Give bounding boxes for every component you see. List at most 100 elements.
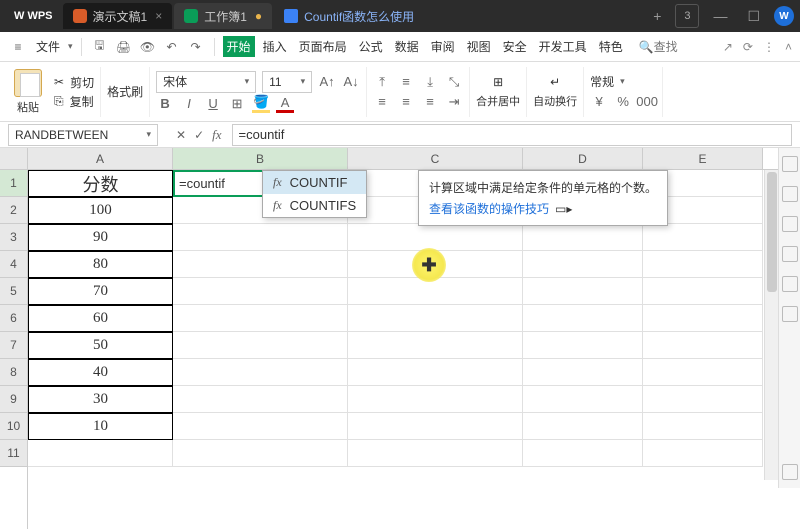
increase-font-icon[interactable]: A↑ xyxy=(318,73,336,91)
col-header[interactable]: E xyxy=(643,148,763,169)
search-box[interactable]: 🔍 xyxy=(639,40,714,54)
more-icon[interactable]: ⋮ xyxy=(763,40,775,54)
row-header[interactable]: 11 xyxy=(0,440,27,467)
row-header[interactable]: 7 xyxy=(0,332,27,359)
cell-A8[interactable]: 40 xyxy=(28,359,173,386)
share-icon[interactable]: ↗ xyxy=(723,40,733,54)
tab-insert[interactable]: 插入 xyxy=(259,36,291,57)
row-header[interactable]: 1 xyxy=(0,170,27,197)
tab-formula[interactable]: 公式 xyxy=(355,36,387,57)
redo-icon[interactable]: ↷ xyxy=(186,37,206,57)
tab-spreadsheet[interactable]: 工作簿1 ● xyxy=(174,3,272,29)
formula-bar[interactable]: =countif xyxy=(232,124,792,146)
underline-button[interactable]: U xyxy=(204,95,222,113)
align-center-icon[interactable]: ≡ xyxy=(397,93,415,111)
align-bottom-icon[interactable]: ⤓ xyxy=(421,73,439,91)
tab-data[interactable]: 数据 xyxy=(391,36,423,57)
tab-presentation[interactable]: 演示文稿1 × xyxy=(63,3,173,29)
autocomplete-item[interactable]: fx COUNTIFS xyxy=(263,194,366,217)
undo-icon[interactable]: ↶ xyxy=(162,37,182,57)
cancel-formula-icon[interactable]: ✕ xyxy=(176,128,186,142)
user-avatar[interactable]: W xyxy=(774,6,794,26)
cell-A9[interactable]: 30 xyxy=(28,386,173,413)
panel-icon[interactable] xyxy=(782,464,798,480)
font-color-button[interactable]: A xyxy=(276,95,294,113)
align-top-icon[interactable]: ⤒ xyxy=(373,73,391,91)
search-input[interactable] xyxy=(654,40,714,54)
tab-extra[interactable]: 特色 xyxy=(595,36,627,57)
orientation-icon[interactable]: ⤡ xyxy=(445,73,463,91)
new-tab-button[interactable]: + xyxy=(647,8,667,24)
scrollbar-thumb[interactable] xyxy=(767,172,777,292)
vertical-scrollbar[interactable] xyxy=(764,170,778,480)
merge-button[interactable]: 合并居中 xyxy=(476,93,520,109)
cell-A7[interactable]: 50 xyxy=(28,332,173,359)
cell-A3[interactable]: 90 xyxy=(28,224,173,251)
cell-A1[interactable]: 分数 xyxy=(28,170,173,197)
file-menu[interactable]: 文件 xyxy=(32,36,64,57)
indent-icon[interactable]: ⇥ xyxy=(445,93,463,111)
row-header[interactable]: 4 xyxy=(0,251,27,278)
panel-icon[interactable] xyxy=(782,186,798,202)
row-header[interactable]: 3 xyxy=(0,224,27,251)
percent-icon[interactable]: % xyxy=(614,92,632,110)
font-select[interactable]: 宋体▾ xyxy=(156,71,256,93)
tab-review[interactable]: 审阅 xyxy=(427,36,459,57)
comma-icon[interactable]: 000 xyxy=(638,92,656,110)
cell-A4[interactable]: 80 xyxy=(28,251,173,278)
row-header[interactable]: 10 xyxy=(0,413,27,440)
cell-A2[interactable]: 100 xyxy=(28,197,173,224)
sync-icon[interactable]: ⟳ xyxy=(743,40,753,54)
align-left-icon[interactable]: ≡ xyxy=(373,93,391,111)
align-middle-icon[interactable]: ≡ xyxy=(397,73,415,91)
collapse-icon[interactable]: ˄ xyxy=(785,40,792,54)
fx-icon[interactable]: fx xyxy=(212,127,221,143)
align-right-icon[interactable]: ≡ xyxy=(421,93,439,111)
border-button[interactable]: ⊞ xyxy=(228,95,246,113)
cell-A5[interactable]: 70 xyxy=(28,278,173,305)
copy-button[interactable]: 复制 xyxy=(70,93,94,110)
panel-icon[interactable] xyxy=(782,276,798,292)
paste-button[interactable]: 粘贴 xyxy=(8,69,48,115)
autocomplete-item[interactable]: fx COUNTIF xyxy=(263,171,366,194)
name-box[interactable]: RANDBETWEEN▾ xyxy=(8,124,158,146)
wrap-button[interactable]: 自动换行 xyxy=(533,93,577,109)
panel-icon[interactable] xyxy=(782,156,798,172)
decrease-font-icon[interactable]: A↓ xyxy=(342,73,360,91)
print-icon[interactable]: 🖨 xyxy=(114,37,134,57)
menu-icon[interactable]: ≡ xyxy=(8,37,28,57)
number-format-select[interactable]: 常规 xyxy=(590,73,614,90)
row-header[interactable]: 5 xyxy=(0,278,27,305)
row-header[interactable]: 2 xyxy=(0,197,27,224)
tooltip-link[interactable]: 查看该函数的操作技巧 xyxy=(429,200,549,217)
close-icon[interactable]: × xyxy=(155,9,162,23)
preview-icon[interactable]: 👁 xyxy=(138,37,158,57)
cells-grid[interactable]: 分数 100 90 80 70 60 50 40 30 10 =countif … xyxy=(28,170,800,467)
cut-button[interactable]: 剪切 xyxy=(70,74,94,91)
tab-dev[interactable]: 开发工具 xyxy=(535,36,591,57)
bold-button[interactable]: B xyxy=(156,95,174,113)
font-size-select[interactable]: 11▾ xyxy=(262,71,312,93)
tab-layout[interactable]: 页面布局 xyxy=(295,36,351,57)
italic-button[interactable]: I xyxy=(180,95,198,113)
panel-icon[interactable] xyxy=(782,216,798,232)
col-header[interactable]: C xyxy=(348,148,523,169)
tab-home[interactable]: 开始 xyxy=(223,36,255,57)
tab-view[interactable]: 视图 xyxy=(463,36,495,57)
row-header[interactable]: 8 xyxy=(0,359,27,386)
save-icon[interactable]: 🖫 xyxy=(90,37,110,57)
col-header[interactable]: B xyxy=(173,148,348,169)
minimize-button[interactable]: — xyxy=(707,8,733,24)
row-header[interactable]: 6 xyxy=(0,305,27,332)
panel-icon[interactable] xyxy=(782,306,798,322)
format-painter-button[interactable]: 格式刷 xyxy=(107,83,143,100)
currency-icon[interactable]: ¥ xyxy=(590,92,608,110)
tab-count-badge[interactable]: 3 xyxy=(675,4,699,28)
maximize-button[interactable]: ☐ xyxy=(741,8,766,25)
row-header[interactable]: 9 xyxy=(0,386,27,413)
cell-A10[interactable]: 10 xyxy=(28,413,173,440)
tab-help[interactable]: Countif函数怎么使用 xyxy=(274,3,424,29)
accept-formula-icon[interactable]: ✓ xyxy=(194,128,204,142)
panel-icon[interactable] xyxy=(782,246,798,262)
cell-A6[interactable]: 60 xyxy=(28,305,173,332)
